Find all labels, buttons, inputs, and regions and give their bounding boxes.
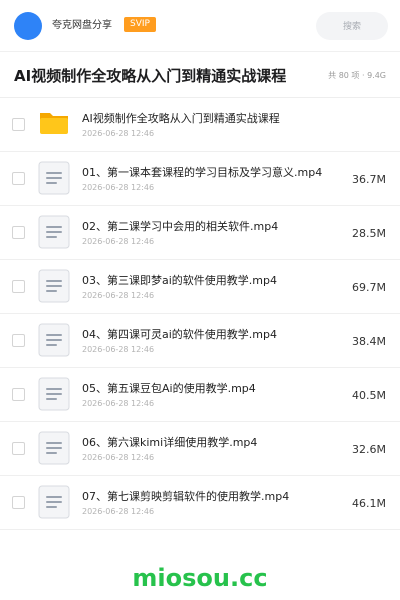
file-size: 69.7M: [352, 281, 386, 294]
file-size: 36.7M: [352, 173, 386, 186]
file-size: 38.4M: [352, 335, 386, 348]
file-list: AI视频制作全攻略从入门到精通实战课程 2026-06-28 12:46 01、…: [0, 98, 400, 530]
row-checkbox[interactable]: [12, 334, 25, 347]
watermark: miosou.cc: [132, 564, 268, 592]
file-row[interactable]: 01、第一课本套课程的学习目标及学习意义.mp4 2026-06-28 12:4…: [0, 152, 400, 206]
app-name: 夸克网盘分享: [52, 20, 112, 31]
title-bar: AI视频制作全攻略从入门到精通实战课程 共 80 项 · 9.4G: [0, 52, 400, 98]
file-size: 46.1M: [352, 497, 386, 510]
file-row[interactable]: 07、第七课剪映剪辑软件的使用教学.mp4 2026-06-28 12:46 4…: [0, 476, 400, 530]
file-date: 2026-06-28 12:46: [82, 453, 155, 462]
file-icon: [38, 215, 70, 249]
file-size: 32.6M: [352, 443, 386, 456]
row-checkbox[interactable]: [12, 388, 25, 401]
row-checkbox[interactable]: [12, 280, 25, 293]
file-size: 28.5M: [352, 227, 386, 240]
file-icon: [38, 485, 70, 519]
file-icon: [38, 161, 70, 195]
file-row[interactable]: 06、第六课kimi详细使用教学.mp4 2026-06-28 12:46 32…: [0, 422, 400, 476]
folder-icon: [40, 113, 68, 134]
row-checkbox[interactable]: [12, 118, 25, 131]
file-date: 2026-06-28 12:46: [82, 129, 155, 138]
file-name: 05、第五课豆包Ai的使用教学.mp4: [82, 382, 256, 395]
row-checkbox[interactable]: [12, 442, 25, 455]
file-icon: [38, 269, 70, 303]
file-size: 40.5M: [352, 389, 386, 402]
file-name: AI视频制作全攻略从入门到精通实战课程: [82, 112, 280, 125]
file-row[interactable]: 04、第四课可灵ai的软件使用教学.mp4 2026-06-28 12:46 3…: [0, 314, 400, 368]
share-header: 夸克网盘分享 SVIP 搜索: [0, 0, 400, 52]
file-row[interactable]: 05、第五课豆包Ai的使用教学.mp4 2026-06-28 12:46 40.…: [0, 368, 400, 422]
file-date: 2026-06-28 12:46: [82, 507, 155, 516]
file-row[interactable]: 03、第三课即梦ai的软件使用教学.mp4 2026-06-28 12:46 6…: [0, 260, 400, 314]
row-checkbox[interactable]: [12, 496, 25, 509]
file-icon: [38, 431, 70, 465]
file-date: 2026-06-28 12:46: [82, 183, 155, 192]
file-name: 04、第四课可灵ai的软件使用教学.mp4: [82, 328, 277, 341]
avatar[interactable]: [14, 12, 42, 40]
page-title: AI视频制作全攻略从入门到精通实战课程: [14, 67, 287, 85]
file-name: 03、第三课即梦ai的软件使用教学.mp4: [82, 274, 277, 287]
file-name: 02、第二课学习中会用的相关软件.mp4: [82, 220, 279, 233]
search-button[interactable]: 搜索: [316, 12, 388, 40]
svip-badge: SVIP: [124, 17, 156, 32]
file-date: 2026-06-28 12:46: [82, 237, 155, 246]
file-name: 07、第七课剪映剪辑软件的使用教学.mp4: [82, 490, 290, 503]
row-checkbox[interactable]: [12, 172, 25, 185]
file-name: 06、第六课kimi详细使用教学.mp4: [82, 436, 258, 449]
folder-row[interactable]: AI视频制作全攻略从入门到精通实战课程 2026-06-28 12:46: [0, 98, 400, 152]
file-icon: [38, 377, 70, 411]
file-date: 2026-06-28 12:46: [82, 399, 155, 408]
item-count: 共 80 项 · 9.4G: [328, 71, 386, 80]
file-date: 2026-06-28 12:46: [82, 291, 155, 300]
row-checkbox[interactable]: [12, 226, 25, 239]
file-row[interactable]: 02、第二课学习中会用的相关软件.mp4 2026-06-28 12:46 28…: [0, 206, 400, 260]
file-icon: [38, 323, 70, 357]
file-name: 01、第一课本套课程的学习目标及学习意义.mp4: [82, 166, 323, 179]
file-date: 2026-06-28 12:46: [82, 345, 155, 354]
